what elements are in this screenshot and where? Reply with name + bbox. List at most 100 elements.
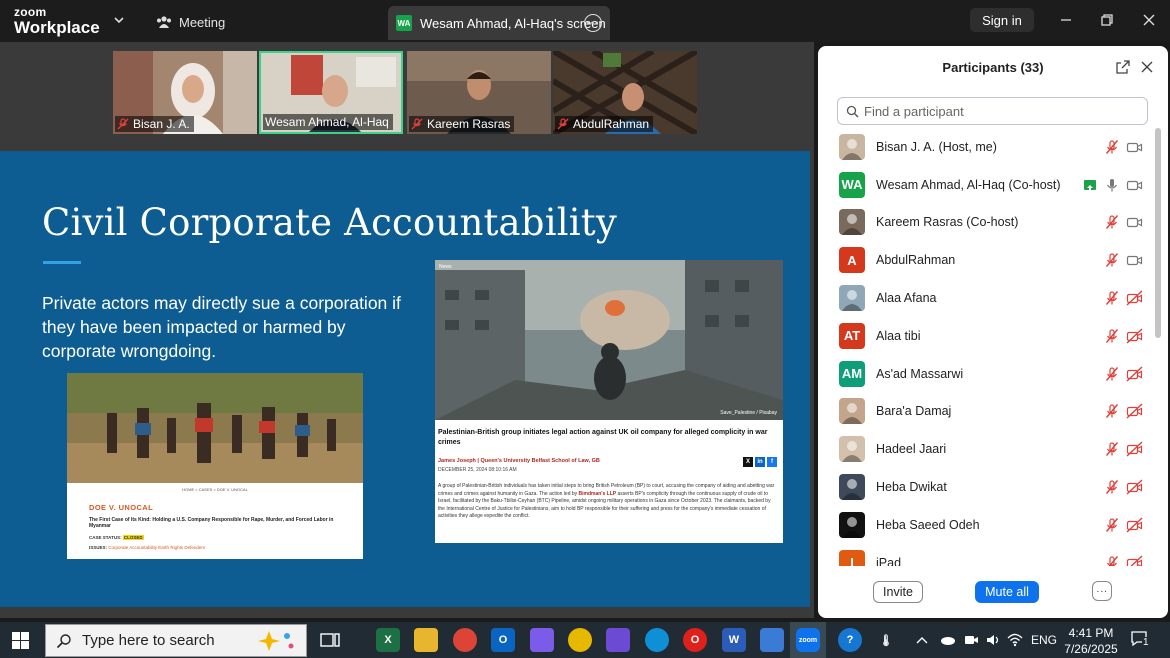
- chrome-icon[interactable]: [568, 628, 592, 652]
- participant-row[interactable]: AT Alaa tibi: [818, 317, 1158, 355]
- participant-name: Hadeel Jaari: [876, 442, 947, 457]
- chevron-down-icon[interactable]: [112, 13, 126, 27]
- mic-muted-icon[interactable]: [1104, 328, 1120, 344]
- video-thumbnail[interactable]: AbdulRahman: [553, 51, 697, 134]
- store-icon[interactable]: [760, 628, 784, 652]
- video-off-icon[interactable]: [1126, 290, 1143, 306]
- participant-row[interactable]: Bara'a Damaj: [818, 393, 1158, 431]
- participant-row[interactable]: Bisan J. A. (Host, me): [818, 128, 1158, 166]
- mic-muted-icon[interactable]: [1104, 366, 1120, 382]
- pop-out-icon[interactable]: [1116, 60, 1130, 74]
- volume-icon[interactable]: [985, 628, 1001, 652]
- mic-muted-icon[interactable]: [1104, 139, 1120, 155]
- mic-muted-icon[interactable]: [1104, 441, 1120, 457]
- search-highlight-icon: [258, 631, 294, 651]
- logo-zoom-text: zoom: [14, 5, 47, 19]
- video-off-icon[interactable]: [1126, 479, 1143, 495]
- participant-row[interactable]: A AbdulRahman: [818, 241, 1158, 279]
- mic-muted-icon[interactable]: [1104, 555, 1120, 566]
- thumbnail-name-tag: Kareem Rasras: [409, 116, 515, 132]
- close-panel-icon[interactable]: [1140, 60, 1154, 74]
- participant-row[interactable]: Alaa Afana: [818, 279, 1158, 317]
- participant-name: Alaa Afana: [876, 291, 937, 306]
- mic-muted-icon: [557, 118, 569, 130]
- participant-row[interactable]: Hadeel Jaari: [818, 430, 1158, 468]
- participant-avatar: WA: [839, 171, 865, 198]
- opera-icon[interactable]: O: [683, 628, 707, 652]
- video-thumbnail[interactable]: Kareem Rasras: [407, 51, 551, 134]
- onedrive-icon[interactable]: [940, 628, 956, 652]
- video-off-icon[interactable]: [1126, 517, 1143, 533]
- copilot-icon[interactable]: [530, 628, 554, 652]
- notifications-icon[interactable]: 1: [1131, 631, 1150, 648]
- outlook-icon[interactable]: O: [491, 628, 515, 652]
- participant-avatar: [839, 398, 865, 425]
- participant-name: iPad: [876, 555, 902, 566]
- file-explorer-icon[interactable]: [414, 628, 438, 652]
- participant-search-input[interactable]: [864, 103, 1134, 119]
- participant-row[interactable]: AM As'ad Massarwi: [818, 355, 1158, 393]
- m365-icon[interactable]: [606, 628, 630, 652]
- minimize-icon[interactable]: [1057, 11, 1075, 29]
- taskbar-search-box[interactable]: Type here to search: [45, 624, 307, 657]
- participant-avatar: AM: [839, 360, 865, 387]
- mic-muted-icon[interactable]: [1104, 252, 1120, 268]
- video-off-icon[interactable]: [1126, 441, 1143, 457]
- participant-row[interactable]: Heba Dwikat: [818, 468, 1158, 506]
- mute-all-button[interactable]: Mute all: [975, 581, 1039, 603]
- video-off-icon[interactable]: [1126, 555, 1143, 566]
- more-options-icon[interactable]: •••: [584, 14, 602, 32]
- video-icon[interactable]: [1126, 139, 1143, 155]
- mic-muted-icon[interactable]: [1104, 517, 1120, 533]
- mic-muted-icon[interactable]: [1104, 214, 1120, 230]
- participant-name: Bisan J. A. (Host, me): [876, 139, 997, 154]
- help-icon[interactable]: ?: [838, 628, 862, 652]
- mic-icon[interactable]: [1104, 177, 1120, 193]
- zoom-app-icon[interactable]: zoom: [796, 628, 820, 652]
- video-icon[interactable]: [1126, 214, 1143, 230]
- participant-row[interactable]: Kareem Rasras (Co-host): [818, 204, 1158, 242]
- windows-start-icon[interactable]: [12, 632, 29, 649]
- video-thumbnail-active-speaker[interactable]: Wesam Ahmad, Al-Haq: [259, 51, 403, 134]
- chrome-profile-icon[interactable]: [453, 628, 477, 652]
- video-off-icon[interactable]: [1126, 403, 1143, 419]
- participant-name: Heba Saeed Odeh: [876, 517, 980, 532]
- participant-list-scrollbar[interactable]: [1155, 128, 1161, 338]
- video-icon[interactable]: [1126, 252, 1143, 268]
- participant-row[interactable]: IiPad: [818, 544, 1158, 566]
- taskbar-clock[interactable]: 4:41 PM 7/26/2025: [1062, 625, 1120, 657]
- video-off-icon[interactable]: [1126, 328, 1143, 344]
- mic-muted-icon[interactable]: [1104, 403, 1120, 419]
- shared-screen-tab[interactable]: WA Wesam Ahmad, Al-Haq's screen •••: [388, 6, 610, 40]
- word-icon[interactable]: W: [722, 628, 746, 652]
- participant-row[interactable]: WA Wesam Ahmad, Al-Haq (Co-host): [818, 166, 1158, 204]
- video-icon[interactable]: [1126, 177, 1143, 193]
- meeting-menu-button[interactable]: Meeting: [156, 11, 225, 33]
- input-language[interactable]: ENG: [1031, 633, 1057, 647]
- wifi-icon[interactable]: [1007, 628, 1023, 652]
- more-options-button[interactable]: ···: [1092, 581, 1112, 601]
- thumbnail-name: Kareem Rasras: [427, 117, 511, 131]
- invite-button[interactable]: Invite: [873, 581, 923, 603]
- shared-screen-label: Wesam Ahmad, Al-Haq's screen: [420, 15, 606, 31]
- sharer-avatar-badge: WA: [396, 15, 412, 31]
- facebook-icon: f: [767, 457, 777, 467]
- title-underline: [43, 261, 81, 264]
- mic-muted-icon[interactable]: [1104, 479, 1120, 495]
- meeting-label: Meeting: [179, 14, 226, 30]
- participant-row[interactable]: Heba Saeed Odeh: [818, 506, 1158, 544]
- restore-icon[interactable]: [1098, 11, 1116, 29]
- video-thumbnail[interactable]: Bisan J. A.: [113, 51, 257, 134]
- show-hidden-icons-chevron[interactable]: [915, 628, 929, 652]
- participant-search[interactable]: [837, 97, 1148, 125]
- excel-icon[interactable]: X: [376, 628, 400, 652]
- task-view-icon[interactable]: [318, 628, 342, 652]
- sign-in-button[interactable]: Sign in: [970, 8, 1034, 32]
- weather-icon[interactable]: 🌡: [874, 628, 898, 652]
- meet-now-icon[interactable]: [963, 628, 979, 652]
- close-icon[interactable]: [1140, 11, 1158, 29]
- video-off-icon[interactable]: [1126, 366, 1143, 382]
- edge-icon[interactable]: [645, 628, 669, 652]
- participant-name: As'ad Massarwi: [876, 366, 964, 381]
- mic-muted-icon[interactable]: [1104, 290, 1120, 306]
